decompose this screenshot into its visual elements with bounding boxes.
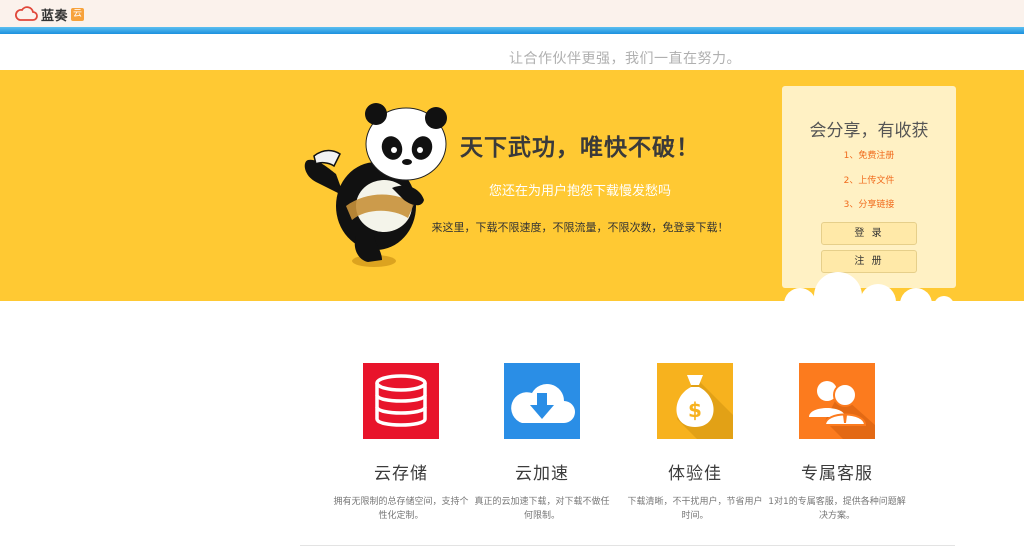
logo-text: 蓝奏 <box>41 8 69 24</box>
card-step-upload: 2、上传文件 <box>843 176 895 186</box>
money-bag-icon: $ <box>657 363 733 439</box>
card-step-register: 1、免费注册 <box>843 151 895 161</box>
feature-dedicated-support: 专属客服 1对1的专属客服，提供各种问题解决方案。 <box>762 363 912 523</box>
login-button[interactable]: 登 录 <box>821 222 917 245</box>
database-icon <box>363 363 439 439</box>
slogan: 让合作伙伴更强，我们一直在努力。 <box>509 51 741 67</box>
feature-title: 专属客服 <box>801 464 873 484</box>
feature-description: 1对1的专属客服，提供各种问题解决方案。 <box>768 497 906 521</box>
feature-description: 真正的云加速下载，对下载不做任何限制。 <box>474 497 610 521</box>
feature-description: 拥有无限制的总存储空间，支持个性化定制。 <box>333 497 469 521</box>
site-logo[interactable]: 蓝奏 云 <box>14 5 85 24</box>
feature-cloud-storage: 云存储 拥有无限制的总存储空间，支持个性化定制。 <box>326 363 476 523</box>
feature-icon-box <box>504 363 580 439</box>
hero-title: 天下武功，唯快不破！ <box>460 135 700 161</box>
feature-icon-box: $ <box>657 363 733 439</box>
logo-badge: 云 <box>71 7 85 21</box>
feature-description: 下载清晰，不干扰用户，节省用户时间。 <box>627 497 763 521</box>
header-accent-bar <box>0 27 1024 34</box>
svg-text:$: $ <box>688 398 702 422</box>
hero-subtitle: 您还在为用户抱怨下载慢发愁吗 <box>488 184 671 199</box>
feature-title: 体验佳 <box>668 464 722 484</box>
cloud-download-icon <box>504 363 580 439</box>
hero-description: 来这里，下载不限速度，不限流量，不限次数，免登录下载！ <box>431 221 729 234</box>
feature-title: 云加速 <box>515 464 569 484</box>
card-title: 会分享，有收获 <box>809 121 929 141</box>
footer-divider <box>300 545 955 546</box>
feature-icon-box <box>799 363 875 439</box>
feature-cloud-acceleration: 云加速 真正的云加速下载，对下载不做任何限制。 <box>467 363 617 523</box>
card-step-share: 3、分享链接 <box>843 200 895 210</box>
cloud-logo-icon <box>15 6 38 21</box>
feature-icon-box <box>363 363 439 439</box>
card-clouds-decoration <box>780 272 960 308</box>
share-card: 会分享，有收获 1、免费注册 2、上传文件 3、分享链接 登 录 注 册 <box>782 86 956 288</box>
feature-experience: $ 体验佳 下载清晰，不干扰用户，节省用户时间。 <box>620 363 770 523</box>
panda-illustration <box>304 103 447 267</box>
support-users-icon <box>799 363 875 439</box>
feature-title: 云存储 <box>374 464 428 484</box>
top-header: 蓝奏 云 <box>0 0 1024 27</box>
